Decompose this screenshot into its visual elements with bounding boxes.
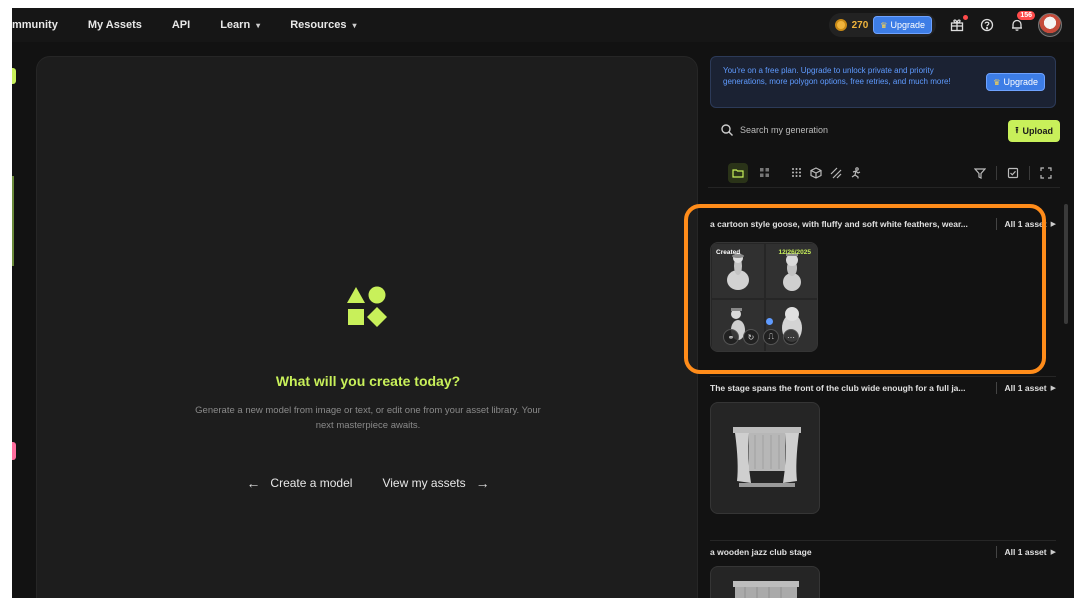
stage-asset-card[interactable] bbox=[710, 402, 820, 514]
upload-button[interactable]: ⭱ Upload bbox=[1008, 120, 1060, 142]
sidebar-accent bbox=[12, 68, 16, 84]
app-window: mmunity My Assets API Learn ▾ Resources ▾ … bbox=[12, 8, 1074, 598]
credit-count: 270 bbox=[851, 19, 869, 31]
upload-label: Upload bbox=[1022, 126, 1054, 136]
dots-grid-icon[interactable] bbox=[786, 163, 806, 183]
group-count: All 1 asset bbox=[1004, 547, 1047, 557]
top-right-controls: 270 ♛ Upgrade 156 bbox=[828, 11, 1062, 37]
left-sidebar-edge bbox=[12, 56, 16, 596]
stage-curtain-thumbnail bbox=[733, 427, 801, 487]
top-nav: mmunity My Assets API Learn ▾ Resources ▾ … bbox=[12, 8, 1074, 42]
upload-icon: ⭱ bbox=[1015, 125, 1019, 135]
arrow-right-icon: → bbox=[475, 475, 490, 491]
promo-text: You're on a free plan. Upgrade to unlock… bbox=[723, 66, 951, 86]
search-input[interactable] bbox=[740, 125, 980, 135]
nav-label: Learn bbox=[220, 19, 251, 31]
search-row: ⭱ Upload bbox=[710, 118, 1060, 142]
create-model-button[interactable]: ← Create a model bbox=[246, 475, 352, 491]
texture-icon[interactable] bbox=[826, 163, 846, 183]
toolbar-divider bbox=[1029, 165, 1030, 180]
asset-group-header[interactable]: The stage spans the front of the club wi… bbox=[710, 382, 1056, 394]
group-divider-line bbox=[710, 376, 1056, 377]
expand-icon[interactable] bbox=[1036, 163, 1056, 183]
filter-icon[interactable] bbox=[970, 163, 990, 183]
cube-icon[interactable] bbox=[806, 163, 826, 183]
credit-pill[interactable]: 270 ♛ Upgrade bbox=[828, 13, 936, 37]
arrow-left-icon: ← bbox=[246, 475, 261, 491]
coin-icon bbox=[834, 19, 847, 31]
hero-actions: ← Create a model View my assets → bbox=[37, 475, 699, 491]
gift-icon[interactable] bbox=[948, 15, 968, 34]
filter-toolbar bbox=[708, 158, 1060, 188]
nav-label: Resources bbox=[290, 19, 347, 31]
toolbar-divider bbox=[996, 165, 997, 180]
group-title: The stage spans the front of the club wi… bbox=[710, 383, 966, 393]
shapes-logo-icon bbox=[347, 286, 387, 327]
chevron-right-icon: ▶ bbox=[1050, 549, 1056, 556]
nav-label: API bbox=[171, 19, 191, 31]
bell-icon[interactable]: 156 bbox=[1008, 11, 1035, 34]
folder-view-icon[interactable] bbox=[728, 162, 748, 183]
grid-view-icon[interactable] bbox=[754, 163, 774, 183]
nav-label: My Assets bbox=[87, 19, 142, 31]
nav-label: mmunity bbox=[12, 19, 58, 31]
jazz-stage-thumbnail bbox=[733, 581, 799, 598]
main-panel: What will you create today? Generate a n… bbox=[36, 56, 698, 598]
orange-highlight-frame bbox=[684, 204, 1046, 374]
create-label: Create a model bbox=[270, 476, 353, 490]
upgrade-label: Upgrade bbox=[890, 20, 925, 30]
chevron-right-icon: ▶ bbox=[1050, 221, 1056, 228]
search-icon bbox=[721, 124, 733, 136]
animation-icon[interactable] bbox=[846, 163, 866, 183]
asset-group-header[interactable]: a wooden jazz club stage All 1 asset ▶ bbox=[710, 546, 1056, 558]
hero-subtitle: Generate a new model from image or text,… bbox=[195, 405, 541, 431]
sidebar-accent bbox=[12, 176, 14, 266]
sidebar-accent bbox=[12, 442, 16, 460]
view-assets-button[interactable]: View my assets → bbox=[382, 475, 489, 491]
nav-my-assets[interactable]: My Assets bbox=[88, 19, 142, 31]
assets-scrollbar[interactable] bbox=[1064, 204, 1068, 324]
nav-api[interactable]: API bbox=[172, 19, 190, 31]
gift-dot bbox=[963, 15, 968, 20]
chevron-down-icon: ▾ bbox=[352, 20, 357, 30]
nav-community[interactable]: mmunity bbox=[12, 19, 58, 31]
upgrade-label: Upgrade bbox=[1003, 77, 1038, 87]
toolbar-right bbox=[970, 163, 1060, 183]
group-divider-line bbox=[710, 540, 1056, 541]
group-title: a wooden jazz club stage bbox=[710, 547, 812, 557]
notification-badge: 156 bbox=[1017, 11, 1035, 20]
jazz-stage-asset-card[interactable] bbox=[710, 566, 820, 598]
upgrade-promo: You're on a free plan. Upgrade to unlock… bbox=[710, 56, 1056, 108]
chevron-down-icon: ▾ bbox=[256, 20, 261, 30]
nav-resources[interactable]: Resources ▾ bbox=[290, 19, 356, 31]
group-count: All 1 asset bbox=[1004, 383, 1047, 393]
avatar[interactable] bbox=[1038, 13, 1062, 37]
view-label: View my assets bbox=[382, 476, 466, 490]
nav-learn[interactable]: Learn ▾ bbox=[220, 19, 260, 31]
select-checkbox-icon[interactable] bbox=[1003, 163, 1023, 183]
promo-upgrade-button[interactable]: ♛ Upgrade bbox=[986, 73, 1045, 91]
group-divider bbox=[995, 382, 997, 394]
crown-icon: ♛ bbox=[993, 77, 1001, 87]
upgrade-button[interactable]: ♛ Upgrade bbox=[873, 16, 932, 34]
group-divider bbox=[995, 546, 997, 558]
hero-title: What will you create today? bbox=[275, 373, 461, 389]
crown-icon: ♛ bbox=[880, 20, 888, 30]
chevron-right-icon: ▶ bbox=[1050, 385, 1056, 392]
help-icon[interactable] bbox=[978, 16, 996, 34]
